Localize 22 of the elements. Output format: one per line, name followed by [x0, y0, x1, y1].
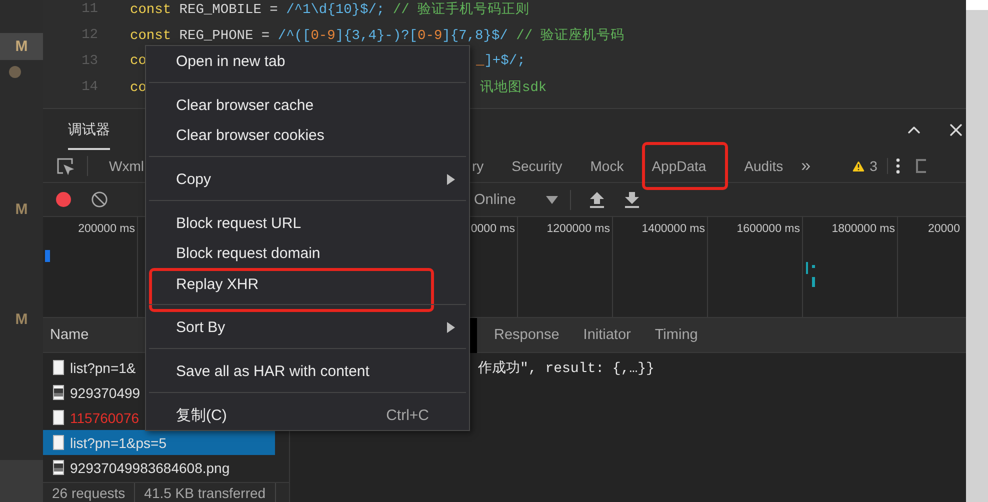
time-tick: 1800000 ms — [832, 223, 895, 235]
time-tick: 1600000 ms — [736, 223, 800, 235]
status-text: 41.5 KB transferred — [135, 482, 276, 502]
code-fragment: 讯地图sdk — [480, 81, 547, 96]
request-name: 115760076 — [70, 410, 140, 426]
code-fragment: co — [130, 81, 146, 96]
time-tick: 20000 — [928, 223, 960, 237]
request-name: list?pn=1& — [70, 360, 136, 376]
time-tick: 0000 ms — [470, 223, 515, 235]
request-name: 92937049983684608.png — [70, 460, 230, 476]
status-text: 26 requests — [43, 482, 136, 502]
code-line: const REG_MOBILE = /^1\d{10}$/; // 验证手机号码正则 — [130, 0, 530, 18]
request-name: list?pn=1&ps=5 — [70, 434, 167, 450]
code-fragment: co — [130, 54, 146, 68]
time-tick: 1200000 ms — [546, 223, 610, 235]
code-fragment: _]+$/; — [476, 54, 526, 68]
time-tick: 1400000 ms — [642, 223, 705, 235]
request-name: 929370499 — [70, 384, 140, 400]
response-preview: 作成功", result: {,…}} — [478, 360, 654, 377]
time-tick: 200000 ms — [78, 223, 135, 235]
code-line: const REG_PHONE = /^([0-9]{3,4}-)?[0-9]{7,8}$/ // 验证座机号码 — [130, 26, 625, 44]
shortcut-text: Ctrl+C — [386, 406, 429, 424]
